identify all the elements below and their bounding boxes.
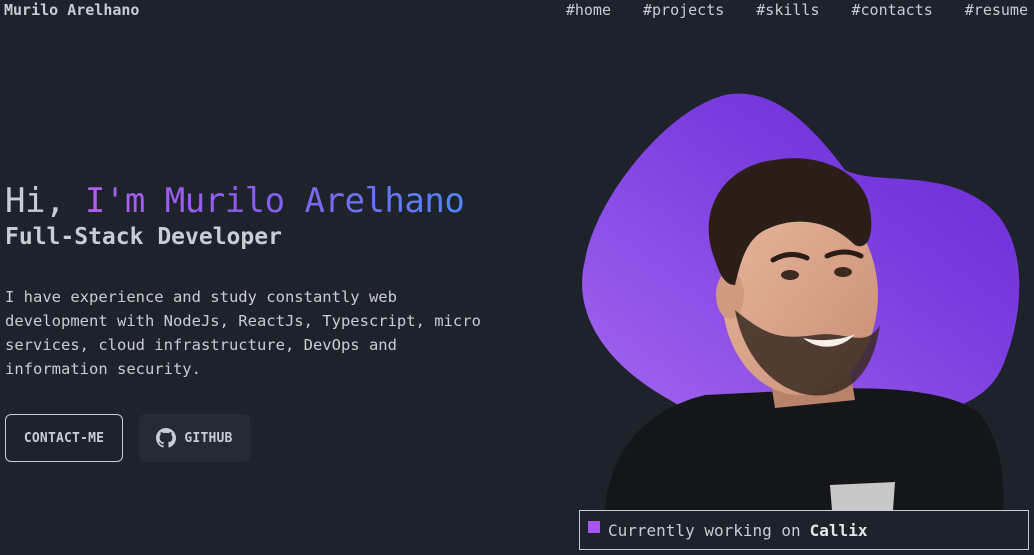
site-logo[interactable]: Murilo Arelhano <box>4 1 139 19</box>
contact-me-label: CONTACT-ME <box>23 430 105 446</box>
nav-skills[interactable]: #skills <box>756 1 819 19</box>
hero-greeting: Hi, I'm Murilo Arelhano <box>5 181 465 221</box>
square-icon <box>588 521 600 533</box>
main-nav: #home #projects #skills #contacts #resum… <box>566 1 1028 19</box>
nav-home[interactable]: #home <box>566 1 611 19</box>
nav-projects[interactable]: #projects <box>643 1 724 19</box>
portrait-shirt <box>605 388 1004 510</box>
hero-illustration <box>575 90 1034 510</box>
nav-contacts[interactable]: #contacts <box>852 1 933 19</box>
hero-role: Full-Stack Developer <box>5 224 282 250</box>
current-work-status: Currently working on Callix <box>579 510 1029 550</box>
github-icon <box>156 428 177 448</box>
portfolio-page: Murilo Arelhano #home #projects #skills … <box>0 0 1034 555</box>
nav-resume[interactable]: #resume <box>965 1 1028 19</box>
github-button[interactable]: GITHUB <box>139 414 250 462</box>
greeting-prefix: Hi, <box>5 181 85 221</box>
status-prefix: Currently working on <box>608 520 801 540</box>
hero-bio: I have experience and study constantly w… <box>5 288 481 378</box>
header: Murilo Arelhano #home #projects #skills … <box>0 0 1034 22</box>
status-company: Callix <box>809 520 868 540</box>
github-label: GITHUB <box>184 430 233 446</box>
contact-me-button[interactable]: CONTACT-ME <box>5 414 123 462</box>
greeting-name: I'm Murilo Arelhano <box>84 181 465 221</box>
